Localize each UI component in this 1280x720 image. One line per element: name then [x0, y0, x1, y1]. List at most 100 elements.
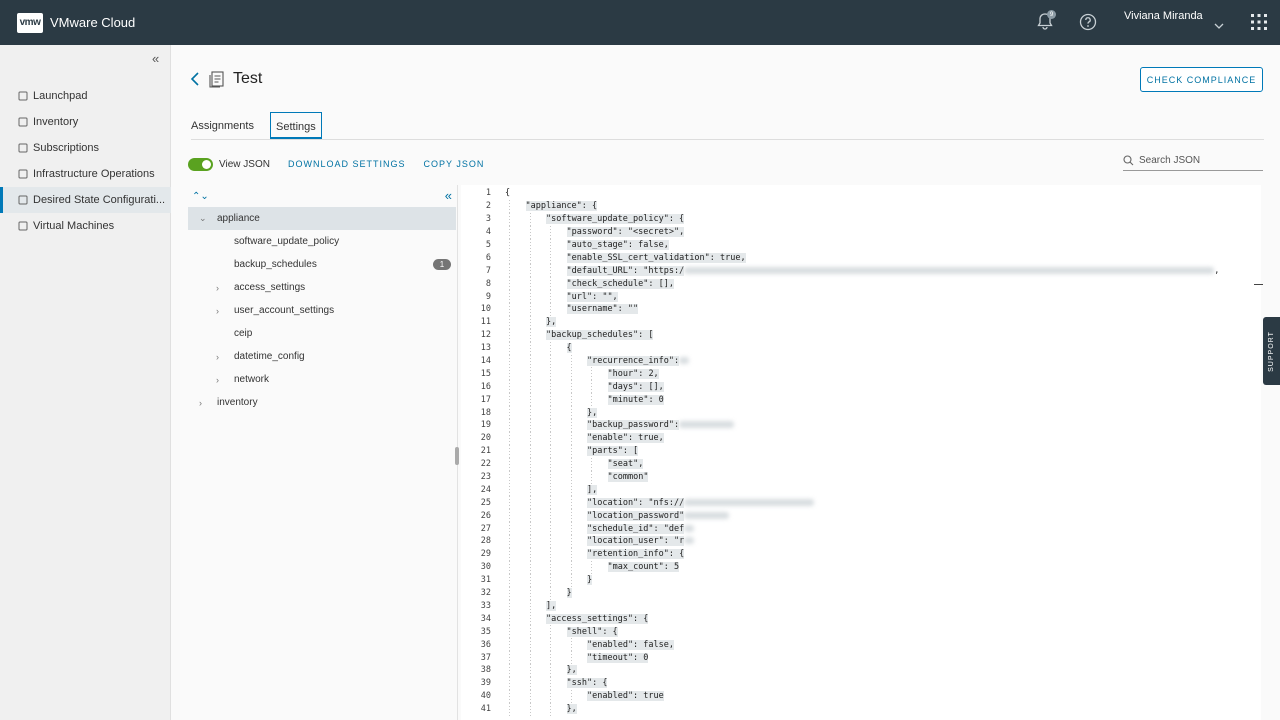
collapse-sidebar-icon[interactable]: « [152, 51, 159, 66]
code-text: "access_settings": { [546, 613, 649, 624]
search-json-field[interactable]: Search JSON [1123, 151, 1263, 171]
chevron-right-icon[interactable]: › [216, 352, 219, 362]
indent-guide [550, 586, 551, 600]
code-text: "schedule_id": "def [587, 523, 695, 534]
indent-guide [509, 341, 510, 355]
check-compliance-button[interactable]: CHECK COMPLIANCE [1140, 67, 1263, 92]
expand-collapse-all-icon[interactable]: ⌃⌄ [192, 191, 209, 202]
indent-guide [570, 354, 572, 368]
sidebar-item-infrastructure-operations[interactable]: Infrastructure Operations [0, 161, 171, 187]
help-button[interactable] [1078, 12, 1098, 37]
indent-guide [570, 367, 572, 381]
code-line: 2 "appliance": { [461, 199, 1261, 213]
code-line: 24], [461, 483, 1261, 497]
indent-guide [509, 496, 510, 510]
indent-guide [509, 651, 510, 665]
indent-guide [570, 560, 572, 574]
sidebar-item-label: Virtual Machines [33, 220, 115, 232]
indent-guide [509, 663, 510, 677]
vmware-logo[interactable]: vmw [17, 12, 43, 33]
indent-guide [550, 535, 551, 549]
collapse-tree-icon[interactable]: « [445, 188, 452, 203]
indent-guide [529, 560, 531, 574]
indent-guide [529, 225, 531, 239]
tree-node[interactable]: ceip [188, 322, 456, 345]
download-settings-link[interactable]: DOWNLOAD SETTINGS [288, 159, 406, 169]
code-text: "location": "nfs:// [587, 497, 815, 508]
line-number: 17 [480, 394, 491, 405]
brand-name[interactable]: VMware Cloud [50, 15, 135, 30]
code-text: }, [546, 317, 557, 328]
indent-guide [529, 547, 531, 561]
support-tab[interactable]: SUPPORT [1263, 317, 1280, 385]
chevron-down-icon[interactable]: ⌄ [199, 213, 207, 224]
indent-guide [529, 277, 531, 291]
indent-guide [509, 303, 510, 317]
tree-node[interactable]: ⌄ appliance [188, 207, 456, 230]
indent-guide [570, 689, 572, 703]
sidebar-item-inventory[interactable]: Inventory [0, 109, 171, 135]
sidebar-item-subscriptions[interactable]: Subscriptions [0, 135, 171, 161]
line-number: 11 [480, 317, 491, 328]
indent-guide [509, 689, 510, 703]
indent-guide [509, 638, 510, 652]
app-switcher-button[interactable] [1250, 13, 1268, 36]
code-text: "parts": [ [587, 446, 639, 457]
chevron-right-icon[interactable]: › [216, 306, 219, 316]
sidebar-item-virtual-machines[interactable]: Virtual Machines [0, 213, 171, 239]
code-text: "enable_SSL_cert_validation": true, [566, 252, 746, 263]
sidebar-nav: Launchpad Inventory Subscriptions Infrastru… [0, 83, 171, 239]
indent-guide [509, 431, 510, 445]
back-button[interactable] [190, 72, 200, 91]
chevron-right-icon[interactable]: › [199, 398, 202, 408]
chevron-right-icon[interactable]: › [216, 283, 219, 293]
tree-node[interactable]: › access_settings [188, 276, 456, 299]
indent-guide [550, 251, 551, 265]
tree-node[interactable]: › network [188, 368, 456, 391]
code-line: 39 "ssh": { [461, 676, 1261, 690]
indent-guide [550, 380, 551, 394]
tab-settings[interactable]: Settings [270, 112, 322, 139]
indent-guide [570, 380, 572, 394]
code-line: 12 "backup_schedules": [ [461, 328, 1261, 342]
code-text: "auto_stage": false, [566, 240, 669, 250]
indent-guide [591, 560, 592, 574]
tree-node[interactable]: › inventory [188, 391, 456, 414]
code-line: 1{ [461, 187, 1261, 200]
line-number: 19 [480, 420, 491, 431]
indent-guide [509, 573, 510, 587]
minimize-icon[interactable] [1254, 284, 1263, 285]
sidebar-item-desired-state-configurati[interactable]: Desired State Configurati... [0, 187, 171, 213]
tree-node[interactable]: › datetime_config [188, 345, 456, 368]
indent-guide [529, 393, 531, 407]
resize-handle[interactable] [455, 447, 459, 465]
indent-guide [550, 419, 551, 433]
indent-guide [509, 586, 510, 600]
tree-node[interactable]: backup_schedules 1 [188, 253, 456, 276]
sidebar-item-launchpad[interactable]: Launchpad [0, 83, 171, 109]
user-menu[interactable]: Viviana Miranda [1124, 10, 1203, 22]
chevron-down-icon[interactable] [1214, 17, 1224, 35]
indent-guide [529, 238, 531, 252]
indent-guide [529, 638, 531, 652]
code-text: "backup_password": [587, 420, 735, 431]
indent-guide [509, 277, 510, 291]
indent-guide [529, 599, 531, 613]
json-editor[interactable]: 1{2 "appliance": {3 "software_update_polic… [461, 185, 1261, 720]
indent-guide [529, 251, 531, 265]
view-json-toggle[interactable] [188, 157, 213, 171]
indent-guide [570, 651, 572, 665]
tree-node[interactable]: software_update_policy [188, 230, 456, 253]
tab-assignments[interactable]: Assignments [191, 120, 254, 132]
line-number: 27 [480, 523, 491, 534]
line-number: 3 [485, 214, 491, 225]
notifications-button[interactable]: 9 [1036, 10, 1056, 35]
indent-guide [550, 444, 551, 458]
chevron-right-icon[interactable]: › [216, 375, 219, 385]
indent-guide [550, 238, 551, 252]
tree-node[interactable]: › user_account_settings [188, 299, 456, 322]
grid-icon [1251, 14, 1267, 30]
code-text: "username": "" [566, 304, 639, 315]
vm-icon [18, 221, 28, 231]
copy-json-link[interactable]: COPY JSON [423, 159, 484, 169]
